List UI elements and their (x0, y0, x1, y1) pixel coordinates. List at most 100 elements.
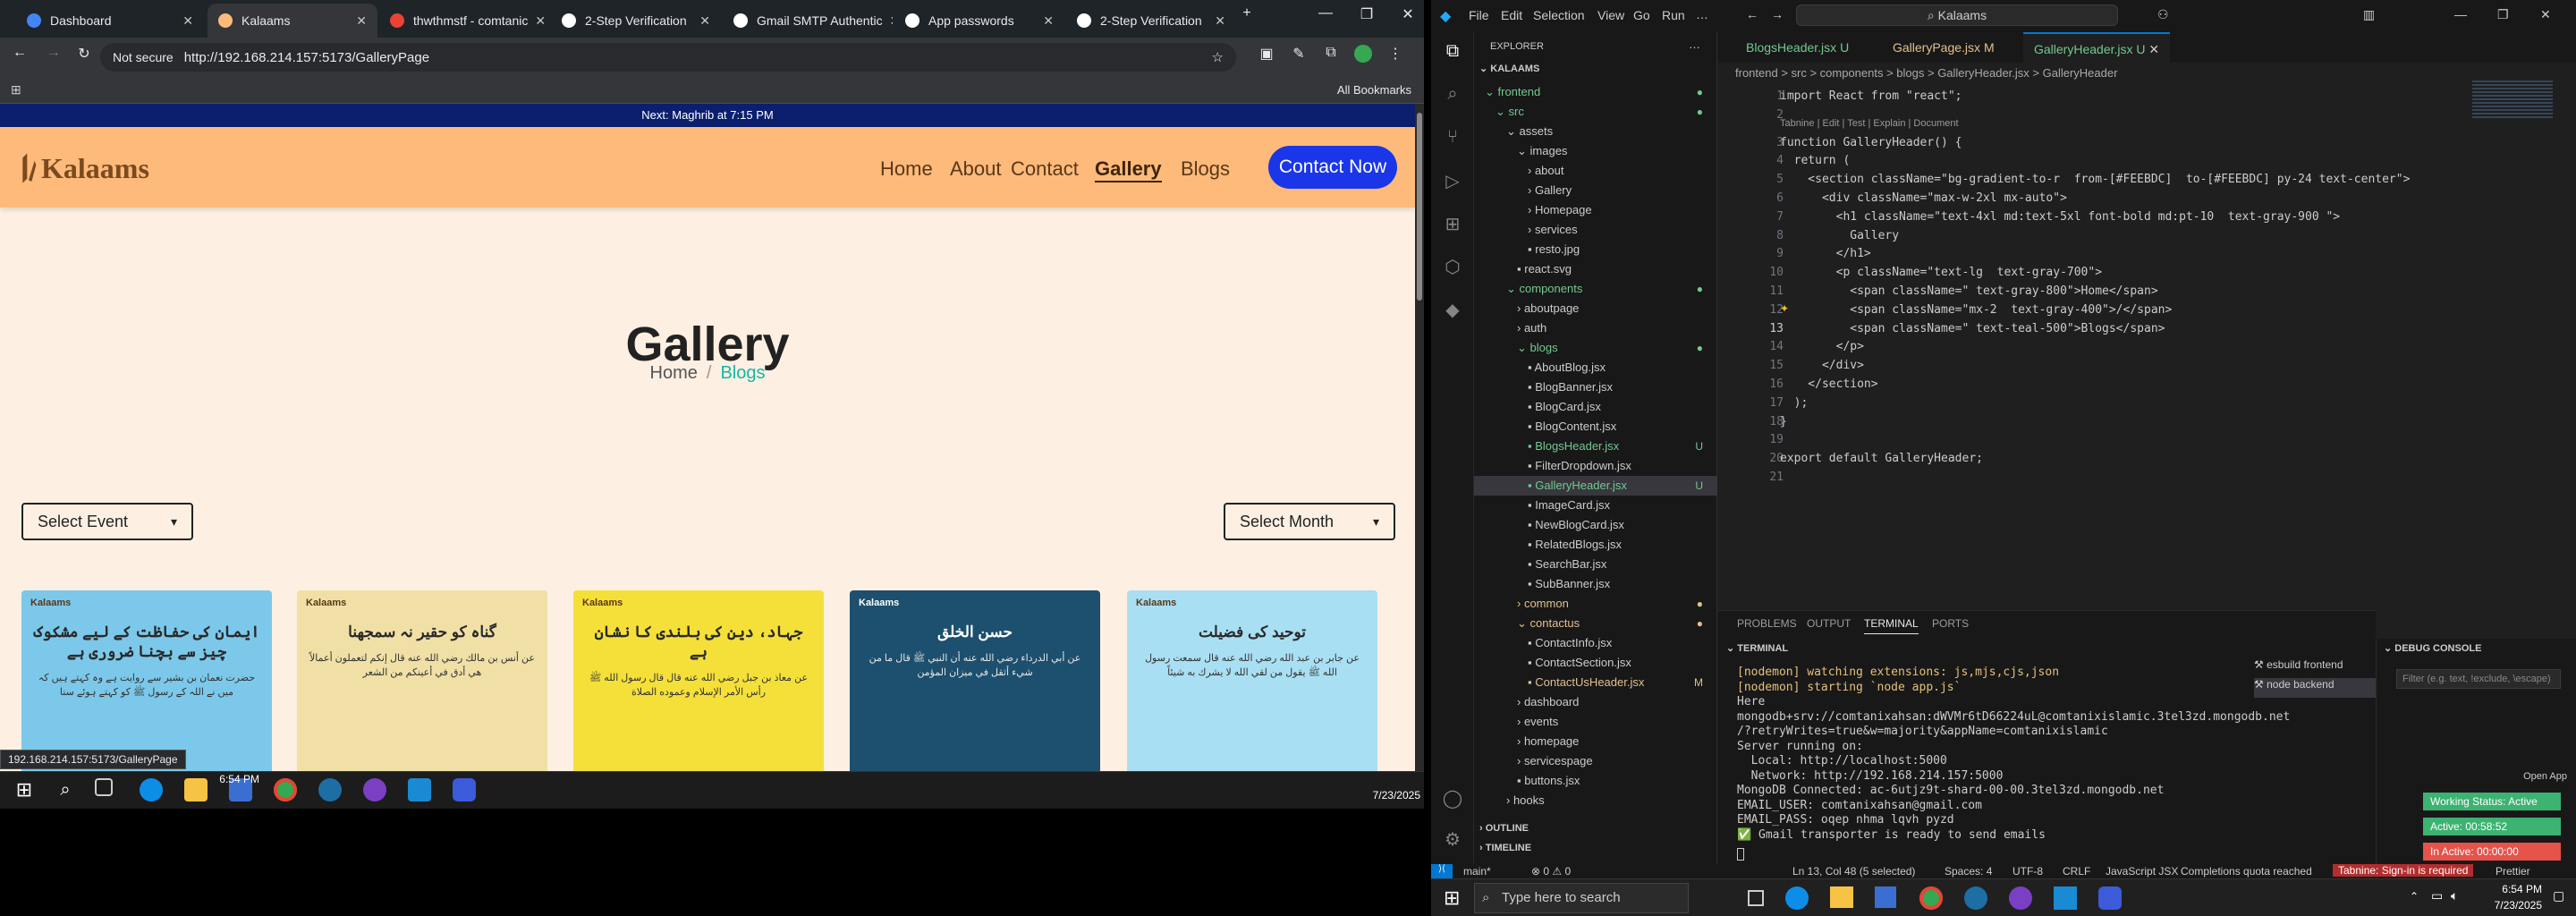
code-line[interactable]: import React from "react"; (1780, 89, 1962, 103)
nav-contact[interactable]: Contact (1011, 157, 1079, 181)
bookmark-star-icon[interactable]: ☆ (1212, 49, 1224, 65)
chrome-tab[interactable]: 2-Step Verification ✕ (551, 4, 721, 38)
code-line[interactable]: </h1> (1780, 247, 1871, 260)
line-ending[interactable]: CRLF (2063, 865, 2090, 878)
remote-indicator-icon[interactable]: ⟩⟨ (1431, 864, 1453, 878)
tree-folder[interactable]: ⌄ src ● (1474, 102, 1717, 122)
tree-folder[interactable]: › services (1474, 220, 1717, 240)
page-scrollbar[interactable] (1415, 104, 1424, 771)
terminal-item[interactable]: ⚒ node backend (2254, 678, 2376, 698)
extension-icon[interactable]: ▣ (1249, 45, 1284, 63)
code-line[interactable]: <span className=" text-gray-800">Home</s… (1780, 284, 2157, 298)
code-line[interactable]: <h1 className="text-4xl md:text-5xl font… (1780, 210, 2341, 224)
site-logo[interactable]: Kalaams (20, 147, 149, 190)
account-icon[interactable]: ◯ (1442, 787, 1463, 809)
tree-folder[interactable]: › common ● (1474, 594, 1717, 614)
panel-tab-terminal[interactable]: TERMINAL (1864, 617, 1919, 634)
code-line[interactable]: Gallery (1780, 229, 1899, 242)
chrome-taskbar-icon[interactable] (274, 778, 297, 802)
nav-forward-icon[interactable]: → (1771, 7, 1784, 21)
tree-file[interactable]: ▪ ContactInfo.jsx (1474, 633, 1717, 653)
panel-tab-ports[interactable]: PORTS (1932, 617, 1969, 630)
file-explorer-icon[interactable] (1830, 886, 1853, 908)
minimap[interactable] (2472, 81, 2553, 120)
tree-folder[interactable]: › auth (1474, 318, 1717, 338)
pen-icon[interactable]: ✎ (1281, 45, 1317, 63)
taskbar-search-box[interactable]: ⌕ Type here to search (1474, 883, 1689, 913)
zoom-icon[interactable] (2098, 886, 2122, 910)
cursor-position[interactable]: Ln 13, Col 48 (5 selected) (1792, 865, 1915, 878)
panel-tab-problems[interactable]: PROBLEMS (1737, 617, 1797, 630)
menu-file[interactable]: File (1469, 8, 1489, 22)
command-center-search[interactable]: ⌕ Kalaams (1796, 4, 2118, 26)
profile-avatar[interactable] (1345, 45, 1381, 67)
minimize-icon[interactable]: — (1308, 5, 1343, 21)
gallery-card[interactable]: Kalaams ایمان کی حفاظت کے لیے مشکوک چیز س… (21, 590, 272, 771)
tabnine-icon[interactable]: ◆ (1442, 299, 1463, 320)
all-bookmarks[interactable]: All Bookmarks (1337, 83, 1411, 97)
tree-folder[interactable]: ⌄ blogs ● (1474, 338, 1717, 358)
tree-file[interactable]: ▪ SearchBar.jsx (1474, 555, 1717, 574)
terminal-item[interactable]: ⚒ esbuild frontend (2254, 658, 2376, 678)
prettier-status[interactable]: Prettier (2496, 865, 2530, 878)
copilot-icon[interactable]: ⚇ (2157, 7, 2169, 22)
more-menu-icon[interactable]: … (1696, 7, 1708, 21)
maximize-icon[interactable]: ❐ (1349, 5, 1385, 23)
tree-file[interactable]: ▪ GalleryHeader.jsx U (1474, 476, 1717, 496)
nav-gallery[interactable]: Gallery (1095, 157, 1162, 182)
close-tab-icon[interactable]: ✕ (175, 13, 193, 29)
open-app-label[interactable]: Open App (2523, 771, 2567, 782)
tree-folder[interactable]: › Gallery (1474, 181, 1717, 200)
chrome-menu-icon[interactable]: ⋮ (1377, 45, 1413, 63)
nav-back-icon[interactable]: ← (1746, 7, 1758, 21)
close-tab-icon[interactable]: ✕ (349, 13, 367, 29)
remote-icon[interactable]: ⬡ (1442, 256, 1463, 277)
menu-go[interactable]: Go (1633, 8, 1650, 22)
tree-file[interactable]: ▪ BlogBanner.jsx (1474, 377, 1717, 397)
tabnine-status[interactable]: Tabnine: Sign-in is required (2333, 864, 2474, 877)
code-line[interactable]: <p className="text-lg text-gray-700"> (1780, 266, 2102, 279)
vscode-taskbar-icon[interactable] (408, 778, 431, 802)
apps-grid-icon[interactable]: ⊞ (11, 82, 21, 98)
outline-section[interactable]: › OUTLINE (1479, 823, 1529, 834)
explorer-more-icon[interactable]: … (1689, 38, 1700, 51)
code-line[interactable]: ); (1780, 396, 1809, 410)
puzzle-icon[interactable]: ⧉ (1313, 45, 1349, 61)
tree-folder[interactable]: › homepage (1474, 732, 1717, 751)
zoom-icon[interactable] (453, 778, 476, 802)
tree-folder[interactable]: › aboutpage (1474, 299, 1717, 318)
gallery-card[interactable]: Kalaams گناہ کو حقیر نہ سمجھنا عن أنس بن م… (297, 590, 547, 771)
chrome-tab[interactable]: App passwords ✕ (894, 4, 1064, 38)
volume-icon[interactable]: 🔈︎ (2451, 888, 2458, 903)
nav-home[interactable]: Home (880, 157, 933, 181)
menu-selection[interactable]: Selection (1533, 8, 1585, 22)
chrome-tab[interactable]: Gmail SMTP Authentic✕ (723, 4, 893, 38)
gallery-card[interactable]: Kalaams حسن الخلق عن أبي الدرداء رضي الله … (850, 590, 1100, 771)
tree-file[interactable]: ▪ AboutBlog.jsx (1474, 358, 1717, 377)
tree-folder[interactable]: ⌄ assets (1474, 122, 1717, 141)
editor-tab[interactable]: GalleryPage.jsx M (1882, 32, 2005, 63)
tree-file[interactable]: ▪ SubBanner.jsx (1474, 574, 1717, 594)
nav-about[interactable]: About (950, 157, 1002, 181)
completions-quota[interactable]: Completions quota reached (2181, 865, 2312, 878)
gallery-card[interactable]: Kalaams توحید کی فضیلت عن جابر بن عبد الله… (1127, 590, 1377, 771)
select-month-dropdown[interactable]: Select Month ▾ (1224, 503, 1395, 540)
chrome-tab[interactable]: 2-Step Verification ✕ (1066, 4, 1236, 38)
code-line[interactable]: <section className="bg-gradient-to-r fro… (1780, 173, 2410, 186)
chrome-tab-active[interactable]: Kalaams ✕ (208, 4, 377, 38)
menu-view[interactable]: View (1597, 8, 1624, 22)
tray-chevron-icon[interactable]: ⌃ (2410, 890, 2419, 903)
tree-file[interactable]: ▪ FilterDropdown.jsx (1474, 456, 1717, 476)
tree-folder[interactable]: ⌄ images (1474, 141, 1717, 161)
tree-folder[interactable]: › dashboard (1474, 692, 1717, 712)
tree-file[interactable]: ▪ resto.jpg (1474, 240, 1717, 259)
tree-file[interactable]: ▪ ContactUsHeader.jsx M (1474, 673, 1717, 692)
tree-file[interactable]: ▪ NewBlogCard.jsx (1474, 515, 1717, 535)
search-icon[interactable]: ⌕ (54, 778, 77, 802)
not-secure-label[interactable]: Not secure (113, 50, 174, 64)
close-tab-icon[interactable]: ✕ (528, 13, 546, 29)
editor-tab[interactable]: BlogsHeader.jsx U (1735, 32, 1860, 63)
search-icon[interactable]: ⌕ (1442, 84, 1463, 106)
language-mode[interactable]: JavaScript JSX (2106, 865, 2178, 878)
tree-folder[interactable]: ⌄ frontend ● (1474, 82, 1717, 102)
